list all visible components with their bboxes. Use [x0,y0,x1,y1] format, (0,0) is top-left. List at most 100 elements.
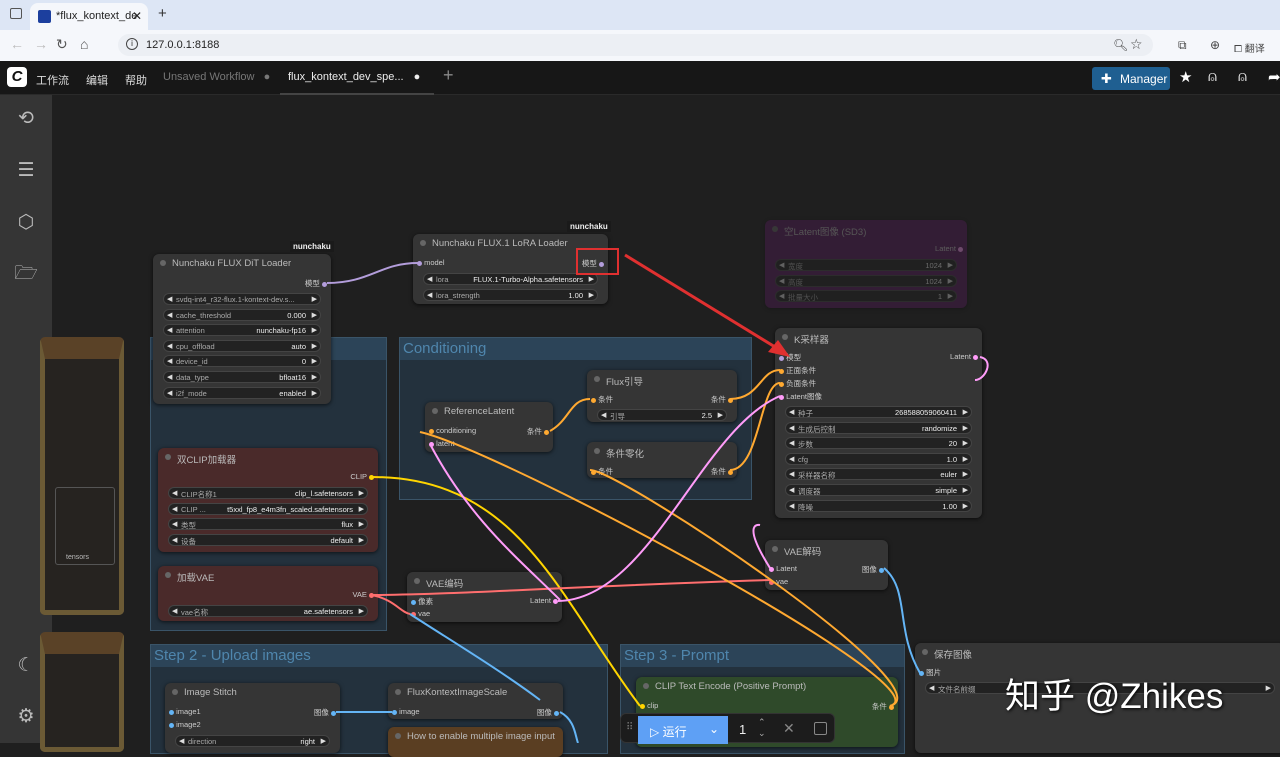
input-slot-image[interactable]: image2 [169,720,201,729]
output-slot-latent[interactable]: Latent [950,352,978,361]
widget-dit-3[interactable]: cpu_offload auto [163,339,321,352]
new-workflow-button[interactable]: + [443,65,454,86]
menu-edit[interactable]: 编辑 [86,72,108,88]
output-slot-image[interactable]: 图像 [314,707,336,718]
theme-moon-icon[interactable]: ☾ [14,654,38,678]
node-fluxguide[interactable]: Flux引导 条件 条件 引导 2.5 [587,370,737,422]
output-slot-conditioning[interactable]: 条件 [711,394,733,405]
output-slot-image[interactable]: 图像 [862,564,884,575]
history-icon[interactable]: ⟲ [14,107,38,131]
widget-dualclip-1[interactable]: CLIP ... t5xxl_fp8_e4m3fn_scaled.safetens… [168,502,368,515]
menu-workflow[interactable]: 工作流 [36,72,69,88]
zoom-icon[interactable]: 🔍︎ [1113,38,1128,52]
widget-dit-1[interactable]: cache_threshold 0.000 [163,308,321,321]
widget-emptylatent-0[interactable]: 宽度 1024 [775,259,957,271]
widget-ksampler-3[interactable]: cfg 1.0 [785,452,972,465]
node-note[interactable]: How to enable multiple image input [388,727,563,757]
widget-dit-6[interactable]: i2f_mode enabled [163,386,321,399]
widget-dualclip-2[interactable]: 类型 flux [168,518,368,531]
output-slot-clip[interactable]: CLIP [350,472,374,481]
widget-dualclip-0[interactable]: CLIP名称1 clip_l.safetensors [168,487,368,499]
tab-unsaved-workflow[interactable]: Unsaved Workflow ● [163,71,270,83]
forward-icon[interactable]: → [34,36,48,52]
menu-help[interactable]: 帮助 [125,72,147,88]
input-slot-conditioning[interactable]: 正面条件 [779,365,816,376]
input-slot-vae[interactable]: vae [411,609,430,618]
node-vaeloader[interactable]: 加载VAE VAE vae名称 ae.safetensors [158,566,378,621]
node-dualclip[interactable]: 双CLIP加载器 CLIP CLIP名称1clip_l.safetensors CL… [158,448,378,552]
extensions-icon[interactable]: ⧉ [1178,38,1187,53]
node-vaeencode[interactable]: VAE编码 像素 vae Latent [407,572,562,622]
node-title[interactable]: How to enable multiple image input [388,727,563,745]
node-title[interactable]: Flux引导 [587,370,737,388]
widget-stitch-0[interactable]: direction right [175,735,330,747]
comfy-logo[interactable]: C [7,67,27,87]
unload-models-icon[interactable]: ⍝ [1208,68,1217,85]
free-memory-icon[interactable]: ⍝ [1238,68,1247,85]
node-title[interactable]: ReferenceLatent [425,402,553,420]
group-left-brown[interactable]: tensors [40,337,124,615]
reload-icon[interactable]: ↻ [56,36,68,53]
output-slot-conditioning[interactable]: 条件 [872,701,894,712]
widget-dit-2[interactable]: attention nunchaku-fp16 [163,324,321,337]
star-icon[interactable]: ★ [1179,68,1192,86]
output-slot-latent[interactable]: Latent [530,596,558,605]
widget-lora-1[interactable]: lora_strength 1.00 [423,288,598,301]
output-slot-latent[interactable]: Latent [935,244,963,253]
input-slot-latent[interactable]: Latent图像 [779,391,822,402]
widget-dualclip-3[interactable]: 设备 default [168,533,368,546]
browser-tab[interactable]: *flux_kontext_de ✕ [30,3,148,30]
input-slot-latent[interactable]: Latent [769,564,797,573]
output-slot-conditioning[interactable]: 条件 [711,466,733,477]
node-dit[interactable]: Nunchaku FLUX DiT Loader 模型 svdq-int4_r32… [153,254,331,404]
node-scale[interactable]: FluxKontextImageScale image 图像 [388,683,563,719]
tab-flux-kontext[interactable]: flux_kontext_dev_spe... ● [280,61,434,95]
url-input[interactable]: i 127.0.0.1:8188 [118,34,1153,56]
group-left-brown-2[interactable] [40,632,124,752]
site-info-icon[interactable]: i [126,38,138,50]
node-title[interactable]: 条件零化 [587,442,737,460]
manager-button[interactable]: ✚ Manager [1092,67,1170,90]
input-slot-model[interactable]: 模型 [779,352,801,363]
widget-emptylatent-1[interactable]: 高度 1024 [775,274,957,287]
node-condzero[interactable]: 条件零化 条件 条件 [587,442,737,478]
input-slot-vae[interactable]: vae [769,577,788,586]
input-slot-image[interactable]: image1 [169,707,201,716]
node-title[interactable]: 加载VAE [158,566,378,584]
settings-gear-icon[interactable]: ⚙ [14,705,38,729]
node-emptylatent[interactable]: 空Latent图像 (SD3) Latent 宽度 1024 高度 1024 批量大小 1 [765,220,967,308]
widget-emptylatent-2[interactable]: 批量大小 1 [775,290,957,303]
input-slot-image[interactable]: image [392,707,420,716]
widget-ksampler-1[interactable]: 生成后控制 randomize [785,421,972,434]
chevron-down-icon[interactable]: ⌄ [709,722,719,736]
node-title[interactable]: VAE解码 [765,540,888,558]
node-title[interactable]: Nunchaku FLUX DiT Loader [153,254,331,272]
input-slot-conditioning[interactable]: 负面条件 [779,378,816,389]
node-title[interactable]: 双CLIP加载器 [158,448,378,466]
drag-handle-icon[interactable]: ⠿ [626,722,633,733]
output-slot-image[interactable]: 图像 [537,707,559,718]
batch-count-input[interactable]: 1 [739,722,746,737]
widget-ksampler-4[interactable]: 采样器名称 euler [785,468,972,481]
node-title[interactable]: VAE编码 [407,572,562,590]
widget-ksampler-0[interactable]: 种子 268588059060411 [785,406,972,418]
input-slot-image[interactable]: 图片 [919,667,941,678]
new-tab-button[interactable]: + [158,5,167,22]
input-slot-conditioning[interactable]: 条件 [591,394,613,405]
widget-ksampler-2[interactable]: 步数 20 [785,437,972,450]
node-ksampler[interactable]: K采样器 模型 正面条件 负面条件 Latent图像 Latent 种子 26858… [775,328,982,518]
bookmark-star-icon[interactable]: ☆ [1130,36,1143,53]
input-slot-latent[interactable]: latent [429,439,454,448]
model-library-icon[interactable]: ⬡ [14,211,38,235]
widget-lora-0[interactable]: lora FLUX.1-Turbo-Alpha.safetensors [423,273,598,285]
input-slot-conditioning[interactable]: conditioning [429,426,476,435]
queue-list-icon[interactable]: ☰ [14,159,38,183]
node-title[interactable]: Image Stitch [165,683,340,701]
widget-dit-5[interactable]: data_type bfloat16 [163,371,321,383]
output-slot-conditioning[interactable]: 条件 [527,426,549,437]
input-slot-clip[interactable]: clip [640,701,658,710]
node-title[interactable]: CLIP Text Encode (Positive Prompt) [636,677,898,695]
run-button[interactable]: ▷ 运行 ⌄ [638,716,728,744]
back-icon[interactable]: ← [10,36,24,52]
widget-fluxguide-0[interactable]: 引导 2.5 [597,409,727,421]
